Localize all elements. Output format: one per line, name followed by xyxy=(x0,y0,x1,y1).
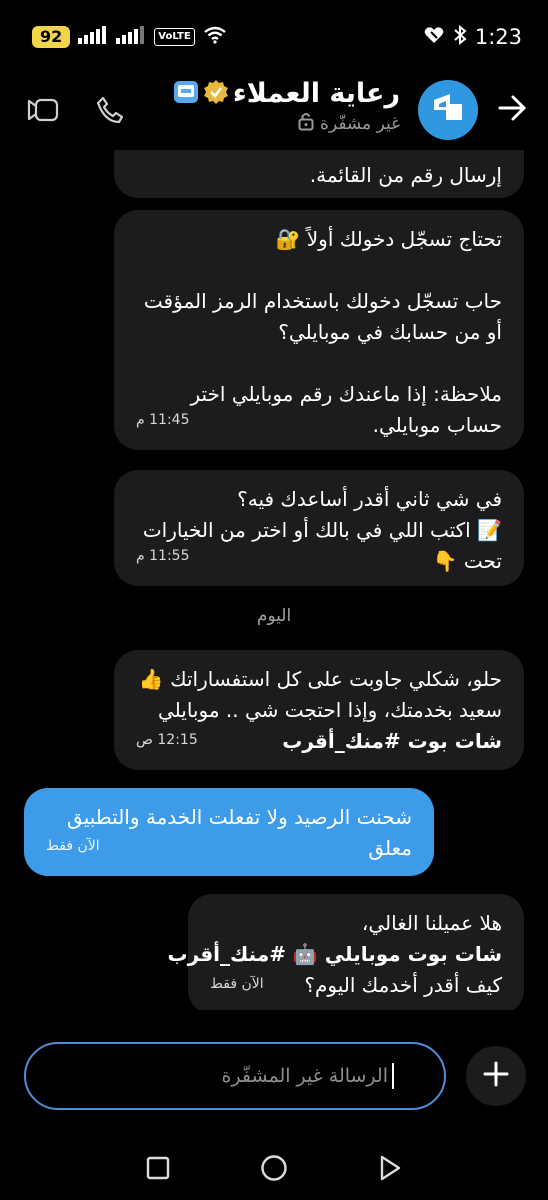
back-arrow-icon xyxy=(497,95,527,125)
message-text: سعيد بخدمتك، وإذا احتجت شي .. موبايلي xyxy=(157,698,502,722)
message-text: إرسال رقم من القائمة. xyxy=(309,163,502,187)
message-text: هلا عميلنا الغالي، xyxy=(361,911,502,935)
message-text: 📝 اكتب اللي في بالك أو اختر من الخيارات xyxy=(142,518,502,542)
message-text: في شي ثاني أقدر أساعدك فيه؟ xyxy=(237,487,502,511)
message-text: شات بوت موبايلي 🤖 #منك_أقرب xyxy=(167,942,502,966)
composer[interactable] xyxy=(24,1042,446,1110)
message-time: 11:55 م xyxy=(136,548,190,564)
message-bubble[interactable]: في شي ثاني أقدر أساعدك فيه؟ 📝 اكتب اللي … xyxy=(114,470,524,586)
chat-badge-icon xyxy=(173,80,199,108)
message-bubble[interactable]: إرسال رقم من القائمة. xyxy=(114,150,524,198)
message-text: أو من حسابك في موبايلي؟ xyxy=(278,320,502,344)
attach-button[interactable] xyxy=(466,1046,526,1106)
message-bubble[interactable]: هلا عميلنا الغالي، شات بوت موبايلي 🤖 #من… xyxy=(167,894,524,1010)
clock-time: 1:23 xyxy=(474,25,522,49)
message-text: حاب تسجّل دخولك باستخدام الرمز المؤقت xyxy=(143,289,502,313)
verified-icon xyxy=(203,79,229,109)
status-left: 92 VoLTE xyxy=(32,25,227,49)
signal-icon xyxy=(116,25,146,49)
message-bubble[interactable]: تحتاج تسجّل دخولك أولاً 🔐 حاب تسجّل دخول… xyxy=(114,210,524,450)
call-button[interactable] xyxy=(88,90,132,134)
message-time: 12:15 ص xyxy=(136,732,198,748)
message-text: تحتاج تسجّل دخولك أولاً 🔐 xyxy=(275,227,502,251)
video-icon xyxy=(26,97,60,127)
video-call-button[interactable] xyxy=(20,92,66,132)
sent-message-bubble[interactable]: شحنت الرصيد ولا تفعلت الخدمة والتطبيق مع… xyxy=(24,788,434,876)
plus-icon xyxy=(482,1060,510,1092)
system-nav-bar xyxy=(0,1140,548,1200)
text-caret xyxy=(392,1063,394,1089)
message-text: معلق xyxy=(368,836,412,860)
chat-header: رعاية العملاء غير مشفّرة xyxy=(0,74,548,150)
lock-icon xyxy=(298,111,314,136)
message-gap xyxy=(136,255,502,286)
battery-badge: 92 xyxy=(32,26,71,48)
message-input[interactable] xyxy=(26,1064,390,1088)
phone-icon xyxy=(95,95,125,129)
avatar[interactable] xyxy=(418,80,478,140)
volte-badge: VoLTE xyxy=(154,28,195,46)
message-time: الآن فقط xyxy=(210,976,264,992)
home-circle-icon[interactable] xyxy=(260,1154,288,1186)
page-title: رعاية العملاء xyxy=(232,78,400,109)
wifi-icon xyxy=(203,25,227,49)
day-separator: اليوم xyxy=(256,606,292,626)
back-triangle-icon[interactable] xyxy=(378,1155,402,1185)
title-block[interactable]: رعاية العملاء غير مشفّرة xyxy=(173,78,400,136)
vibrate-icon xyxy=(423,25,445,49)
message-bubble[interactable]: حلو، شكلي جاوبت على كل استفساراتك 👍 سعيد… xyxy=(114,650,524,770)
subtitle-row: غير مشفّرة xyxy=(173,111,400,136)
message-text: شحنت الرصيد ولا تفعلت الخدمة والتطبيق xyxy=(67,805,412,829)
subtitle: غير مشفّرة xyxy=(320,113,400,134)
message-text: حلو، شكلي جاوبت على كل استفساراتك 👍 xyxy=(138,667,502,691)
message-time: الآن فقط xyxy=(46,838,100,854)
bluetooth-icon xyxy=(453,24,467,50)
signal-icon xyxy=(78,25,108,49)
message-text: حساب موبايلي. xyxy=(372,413,502,437)
brand-logo-icon xyxy=(430,90,466,130)
status-bar: 92 VoLTE 1:23 xyxy=(0,0,548,74)
recents-square-icon[interactable] xyxy=(146,1156,170,1184)
back-button[interactable] xyxy=(492,90,532,130)
message-text: ملاحظة: إذا ماعندك رقم موبايلي اختر xyxy=(190,382,502,406)
message-text: تحت 👇 xyxy=(432,549,502,573)
message-time: 11:45 م xyxy=(136,412,190,428)
status-right: 1:23 xyxy=(423,24,522,50)
title-row: رعاية العملاء xyxy=(173,78,400,109)
message-list[interactable]: إرسال رقم من القائمة. تحتاج تسجّل دخولك … xyxy=(0,150,548,1010)
message-gap xyxy=(136,348,502,379)
